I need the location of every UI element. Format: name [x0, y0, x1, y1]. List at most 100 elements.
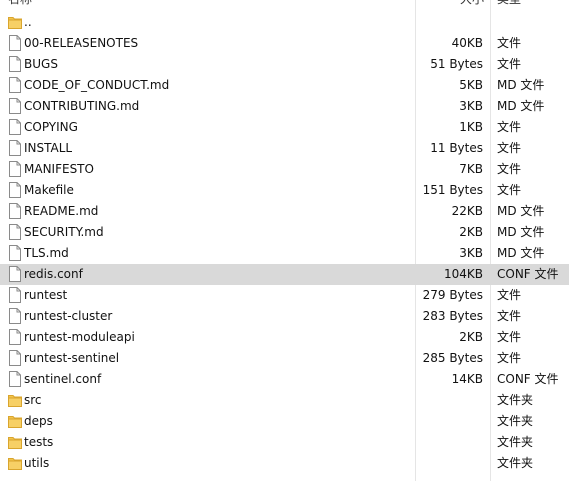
file-row[interactable]: Makefile 151 Bytes 文件 — [0, 180, 569, 201]
file-icon — [8, 56, 22, 72]
file-name: runtest-sentinel — [24, 351, 120, 365]
file-type: 文件 — [497, 141, 522, 155]
file-size: 1KB — [459, 120, 483, 134]
file-name: .. — [24, 15, 32, 29]
file-name: deps — [24, 414, 53, 428]
file-type: 文件夹 — [497, 414, 534, 428]
folder-icon — [8, 434, 22, 450]
file-type: 文件 — [497, 351, 522, 365]
file-type: 文件夹 — [497, 456, 534, 470]
file-row[interactable]: TLS.md 3KB MD 文件 — [0, 243, 569, 264]
file-row[interactable]: CONTRIBUTING.md 3KB MD 文件 — [0, 96, 569, 117]
file-size: 2KB — [459, 330, 483, 344]
file-name: src — [24, 393, 42, 407]
file-icon — [8, 35, 22, 51]
file-icon — [8, 287, 22, 303]
file-row[interactable]: CODE_OF_CONDUCT.md 5KB MD 文件 — [0, 75, 569, 96]
folder-icon — [8, 455, 22, 471]
file-size: 7KB — [459, 162, 483, 176]
file-row[interactable]: runtest-moduleapi 2KB 文件 — [0, 327, 569, 348]
file-row[interactable]: runtest 279 Bytes 文件 — [0, 285, 569, 306]
file-icon — [8, 329, 22, 345]
file-row[interactable]: MANIFESTO 7KB 文件 — [0, 159, 569, 180]
file-type: MD 文件 — [497, 78, 545, 92]
file-name: README.md — [24, 204, 99, 218]
file-type: MD 文件 — [497, 246, 545, 260]
file-row[interactable]: redis.conf 104KB CONF 文件 — [0, 264, 569, 285]
file-size: 3KB — [459, 246, 483, 260]
file-row[interactable]: INSTALL 11 Bytes 文件 — [0, 138, 569, 159]
file-type: 文件 — [497, 120, 522, 134]
file-icon — [8, 98, 22, 114]
folder-icon — [8, 392, 22, 408]
file-name: runtest-moduleapi — [24, 330, 135, 344]
file-name: CODE_OF_CONDUCT.md — [24, 78, 170, 92]
file-icon — [8, 245, 22, 261]
file-size: 2KB — [459, 225, 483, 239]
file-type: 文件 — [497, 162, 522, 176]
file-name: MANIFESTO — [24, 162, 94, 176]
file-row[interactable]: COPYING 1KB 文件 — [0, 117, 569, 138]
folder-row[interactable]: tests 文件夹 — [0, 432, 569, 453]
file-name: runtest-cluster — [24, 309, 113, 323]
file-name: CONTRIBUTING.md — [24, 99, 140, 113]
column-header-size[interactable]: 大小 — [460, 0, 484, 7]
file-icon — [8, 350, 22, 366]
file-type: 文件 — [497, 309, 522, 323]
file-size: 11 Bytes — [430, 141, 483, 155]
file-row[interactable]: BUGS 51 Bytes 文件 — [0, 54, 569, 75]
file-size: 104KB — [443, 267, 483, 281]
file-name: SECURITY.md — [24, 225, 104, 239]
file-row[interactable]: runtest-cluster 283 Bytes 文件 — [0, 306, 569, 327]
file-list: .. 00-RELEASENOTES 40KB 文件 BUGS 51 Bytes… — [0, 12, 569, 474]
column-header-name[interactable]: 名称 — [8, 0, 32, 7]
folder-icon — [8, 413, 22, 429]
file-icon — [8, 266, 22, 282]
file-type: 文件夹 — [497, 435, 534, 449]
file-name: COPYING — [24, 120, 78, 134]
file-row[interactable]: sentinel.conf 14KB CONF 文件 — [0, 369, 569, 390]
file-type: MD 文件 — [497, 204, 545, 218]
file-size: 285 Bytes — [422, 351, 483, 365]
file-size: 3KB — [459, 99, 483, 113]
file-name: TLS.md — [24, 246, 69, 260]
file-icon — [8, 308, 22, 324]
file-type: MD 文件 — [497, 99, 545, 113]
file-type: 文件 — [497, 183, 522, 197]
file-size: 22KB — [451, 204, 483, 218]
file-type: CONF 文件 — [497, 267, 559, 281]
file-icon — [8, 203, 22, 219]
file-size: 5KB — [459, 78, 483, 92]
column-header-type[interactable]: 类型 — [497, 0, 521, 7]
file-size: 283 Bytes — [422, 309, 483, 323]
file-name: sentinel.conf — [24, 372, 102, 386]
file-name: runtest — [24, 288, 68, 302]
file-name: 00-RELEASENOTES — [24, 36, 139, 50]
file-icon — [8, 224, 22, 240]
file-size: 14KB — [451, 372, 483, 386]
file-name: utils — [24, 456, 50, 470]
file-type: CONF 文件 — [497, 372, 559, 386]
file-row[interactable]: 00-RELEASENOTES 40KB 文件 — [0, 33, 569, 54]
file-type: 文件 — [497, 36, 522, 50]
file-icon — [8, 182, 22, 198]
file-icon — [8, 77, 22, 93]
folder-row[interactable]: src 文件夹 — [0, 390, 569, 411]
file-row[interactable]: runtest-sentinel 285 Bytes 文件 — [0, 348, 569, 369]
file-icon — [8, 119, 22, 135]
file-size: 51 Bytes — [430, 57, 483, 71]
folder-icon — [8, 14, 22, 30]
file-type: 文件 — [497, 288, 522, 302]
folder-row[interactable]: deps 文件夹 — [0, 411, 569, 432]
file-icon — [8, 140, 22, 156]
column-header: 名称 大小 类型 — [0, 0, 569, 8]
file-row[interactable]: SECURITY.md 2KB MD 文件 — [0, 222, 569, 243]
file-name: redis.conf — [24, 267, 83, 281]
file-row[interactable]: README.md 22KB MD 文件 — [0, 201, 569, 222]
file-size: 151 Bytes — [422, 183, 483, 197]
file-size: 40KB — [451, 36, 483, 50]
file-type: 文件 — [497, 57, 522, 71]
folder-row[interactable]: .. — [0, 12, 569, 33]
folder-row[interactable]: utils 文件夹 — [0, 453, 569, 474]
file-type: 文件夹 — [497, 393, 534, 407]
